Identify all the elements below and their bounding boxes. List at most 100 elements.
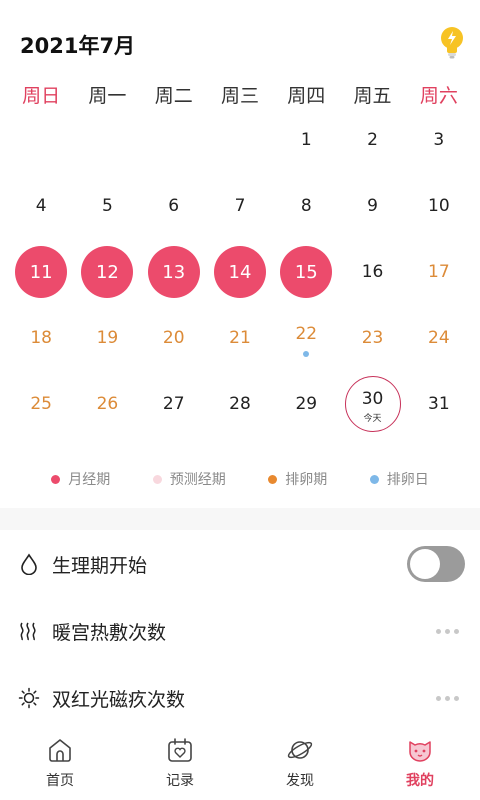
droplet-icon xyxy=(21,553,37,575)
tab-record[interactable]: 记录 xyxy=(120,730,240,800)
calendar-grid: 1 2 3 4 5 6 7 8 9 10 11 12 13 14 15 16 17 18 19 20 21 22 23 24 2… xyxy=(8,107,472,437)
calendar-empty-cell xyxy=(8,107,74,173)
legend-dot-period xyxy=(51,474,61,484)
row-red-light[interactable]: 双红光磁疚次数 xyxy=(0,665,480,731)
calendar-day[interactable]: 10 xyxy=(406,173,472,239)
home-icon xyxy=(49,739,71,762)
calendar-day[interactable]: 6 xyxy=(141,173,207,239)
legend-predicted-period: 预测经期 xyxy=(152,464,226,494)
legend-fertile: 排卵期 xyxy=(268,464,327,494)
legend-period: 月经期 xyxy=(51,464,110,494)
calendar-day[interactable]: 25 xyxy=(8,371,74,437)
day-number: 6 xyxy=(168,196,180,216)
day-number: 29 xyxy=(295,394,318,414)
more-options-button[interactable] xyxy=(436,695,459,701)
day-number: 27 xyxy=(162,394,185,414)
calendar-day[interactable]: 5 xyxy=(74,173,140,239)
legend-ovulation: 排卵日 xyxy=(369,464,429,494)
legend-dot-fertile xyxy=(268,474,278,484)
day-number: 19 xyxy=(96,328,119,348)
calendar-day[interactable]: 16 xyxy=(339,239,405,305)
day-number: 12 xyxy=(95,261,119,283)
row-warm-compress[interactable]: 暖宫热敷次数 xyxy=(0,598,480,664)
calendar-day[interactable]: 20 xyxy=(141,305,207,371)
calendar-empty-cell xyxy=(207,107,273,173)
day-number: 26 xyxy=(96,394,119,414)
calendar-day[interactable]: 28 xyxy=(207,371,273,437)
tab-mine[interactable]: 我的 xyxy=(360,730,480,800)
more-dot xyxy=(436,695,441,701)
day-number: 11 xyxy=(29,261,53,283)
legend-dot-ovulation xyxy=(369,474,379,484)
calendar-day[interactable]: 27 xyxy=(141,371,207,437)
calendar-empty-cell xyxy=(141,107,207,173)
day-number: 14 xyxy=(228,261,252,283)
day-number: 10 xyxy=(428,196,450,216)
lightbulb-icon[interactable] xyxy=(440,26,464,60)
calendar-day[interactable]: 22 xyxy=(273,305,339,371)
calendar-day[interactable]: 9 xyxy=(339,173,405,239)
day-number: 8 xyxy=(300,196,312,216)
day-number: 13 xyxy=(162,261,186,283)
row-period-start[interactable]: 生理期开始 xyxy=(0,531,480,597)
month-title[interactable]: 2021年7月 xyxy=(20,30,135,60)
header: 2021年7月 xyxy=(0,0,480,80)
more-dot xyxy=(454,695,459,701)
calendar-day[interactable]: 30 今天 xyxy=(339,371,405,437)
tab-label: 记录 xyxy=(166,773,194,789)
calendar-day[interactable]: 21 xyxy=(207,305,273,371)
day-number: 21 xyxy=(229,328,251,348)
calendar-day[interactable]: 3 xyxy=(406,107,472,173)
calendar-day[interactable]: 31 xyxy=(406,371,472,437)
day-number: 15 xyxy=(294,261,318,283)
calendar-day[interactable]: 1 xyxy=(273,107,339,173)
day-number: 7 xyxy=(234,196,246,216)
legend-dot-predicted xyxy=(152,474,162,484)
tab-home[interactable]: 首页 xyxy=(0,730,120,800)
calendar-day[interactable]: 11 xyxy=(8,239,74,305)
cat-face-icon xyxy=(409,741,431,762)
day-number: 31 xyxy=(428,394,450,414)
tab-discover[interactable]: 发现 xyxy=(240,730,360,800)
calendar-day[interactable]: 29 xyxy=(273,371,339,437)
day-number: 30 xyxy=(361,389,384,409)
calendar-day[interactable]: 4 xyxy=(8,173,74,239)
more-dot xyxy=(445,695,450,701)
day-number: 22 xyxy=(295,324,318,344)
calendar-day[interactable]: 8 xyxy=(273,173,339,239)
period-start-toggle[interactable] xyxy=(407,546,465,582)
row-label: 生理期开始 xyxy=(52,554,148,577)
sun-icon xyxy=(18,687,40,709)
day-number: 17 xyxy=(428,262,450,282)
calendar-day[interactable]: 17 xyxy=(406,239,472,305)
day-number: 3 xyxy=(433,130,445,150)
tab-label: 首页 xyxy=(46,773,74,789)
calendar-day[interactable]: 19 xyxy=(74,305,140,371)
today-label: 今天 xyxy=(363,414,382,424)
day-number: 28 xyxy=(229,394,251,414)
row-label: 暖宫热敷次数 xyxy=(52,621,167,644)
legend-label: 月经期 xyxy=(68,472,111,488)
calendar-day[interactable]: 2 xyxy=(339,107,405,173)
calendar-day[interactable]: 24 xyxy=(406,305,472,371)
day-number: 20 xyxy=(162,328,185,348)
legend-label: 预测经期 xyxy=(169,472,226,488)
day-number: 5 xyxy=(102,196,113,216)
calendar-day[interactable]: 23 xyxy=(339,305,405,371)
row-label: 双红光磁疚次数 xyxy=(52,688,186,711)
ovulation-dot xyxy=(303,351,310,357)
legend-label: 排卵日 xyxy=(386,472,429,488)
more-options-button[interactable] xyxy=(436,628,459,634)
day-number: 23 xyxy=(361,328,384,348)
calendar-day[interactable]: 12 xyxy=(74,239,140,305)
day-number: 9 xyxy=(367,196,378,216)
tab-label: 我的 xyxy=(406,773,434,789)
legend: 月经期 预测经期 排卵期 排卵日 xyxy=(0,464,480,494)
calendar-day[interactable]: 26 xyxy=(74,371,140,437)
calendar-day[interactable]: 18 xyxy=(8,305,74,371)
calendar-day[interactable]: 13 xyxy=(141,239,207,305)
calendar-day[interactable]: 15 xyxy=(273,239,339,305)
calendar-day[interactable]: 7 xyxy=(207,173,273,239)
day-number: 16 xyxy=(361,262,384,282)
calendar-day[interactable]: 14 xyxy=(207,239,273,305)
